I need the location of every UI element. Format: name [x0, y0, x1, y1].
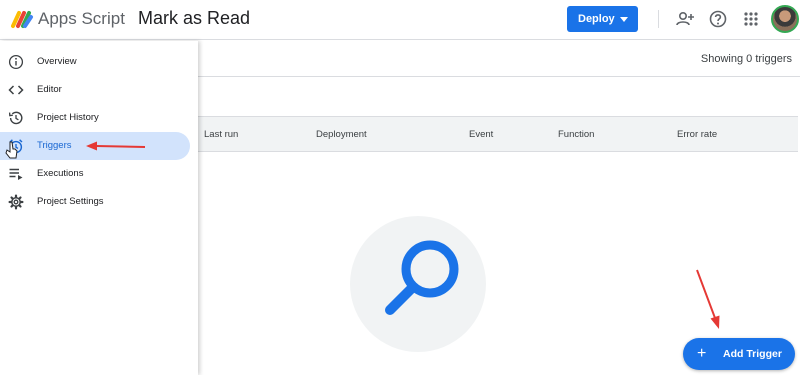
sidebar-item-project-settings[interactable]: Project Settings	[0, 188, 190, 216]
magnifier-icon	[385, 240, 459, 315]
sidebar-item-label: Executions	[37, 168, 84, 179]
info-icon	[8, 54, 24, 70]
avatar[interactable]	[771, 5, 799, 33]
sidebar: Overview Editor Project History Triggers	[0, 41, 198, 375]
add-trigger-label: Add Trigger	[723, 348, 782, 360]
app-name: Apps Script	[38, 9, 125, 28]
top-bar: Apps Script Mark as Read Deploy	[0, 0, 800, 40]
history-icon	[8, 111, 23, 125]
apps-grid-icon[interactable]	[741, 9, 761, 29]
deploy-label: Deploy	[578, 13, 615, 25]
code-icon	[8, 85, 24, 95]
column-header[interactable]: Event	[469, 129, 493, 140]
sidebar-item-executions[interactable]: Executions	[0, 160, 190, 188]
annotation-arrow-add-trigger	[696, 269, 720, 329]
apps-script-logo[interactable]	[10, 9, 34, 29]
triggers-toolbar: Showing 0 triggers	[198, 41, 800, 77]
sidebar-item-label: Editor	[37, 84, 62, 95]
deploy-button[interactable]: Deploy	[567, 6, 638, 32]
sidebar-item-label: Project History	[37, 112, 99, 123]
column-header[interactable]: Last run	[204, 129, 238, 140]
alarm-icon	[9, 139, 23, 154]
column-header[interactable]: Deployment	[316, 129, 367, 140]
help-icon[interactable]	[708, 9, 728, 29]
sidebar-item-editor[interactable]: Editor	[0, 76, 190, 104]
project-name[interactable]: Mark as Read	[138, 8, 250, 29]
sidebar-item-triggers[interactable]: Triggers	[0, 132, 190, 160]
chevron-down-icon	[620, 17, 628, 22]
sidebar-item-overview[interactable]: Overview	[0, 48, 190, 76]
header-divider	[658, 10, 659, 28]
column-header[interactable]: Function	[558, 129, 594, 140]
column-header[interactable]: Error rate	[677, 129, 717, 140]
triggers-table-header: Last run Deployment Event Function Error…	[198, 116, 798, 152]
executions-icon	[9, 168, 23, 180]
sidebar-item-label: Triggers	[37, 140, 72, 151]
sidebar-item-label: Project Settings	[37, 196, 104, 207]
add-person-icon[interactable]	[675, 9, 695, 29]
sidebar-item-project-history[interactable]: Project History	[0, 104, 190, 132]
plus-icon: +	[697, 345, 707, 362]
add-trigger-button[interactable]: + Add Trigger	[683, 338, 795, 370]
apps-script-triggers-page: Apps Script Mark as Read Deploy Showing …	[0, 0, 800, 375]
sidebar-item-label: Overview	[37, 56, 77, 67]
gear-icon	[8, 194, 24, 210]
triggers-count: Showing 0 triggers	[700, 53, 792, 65]
